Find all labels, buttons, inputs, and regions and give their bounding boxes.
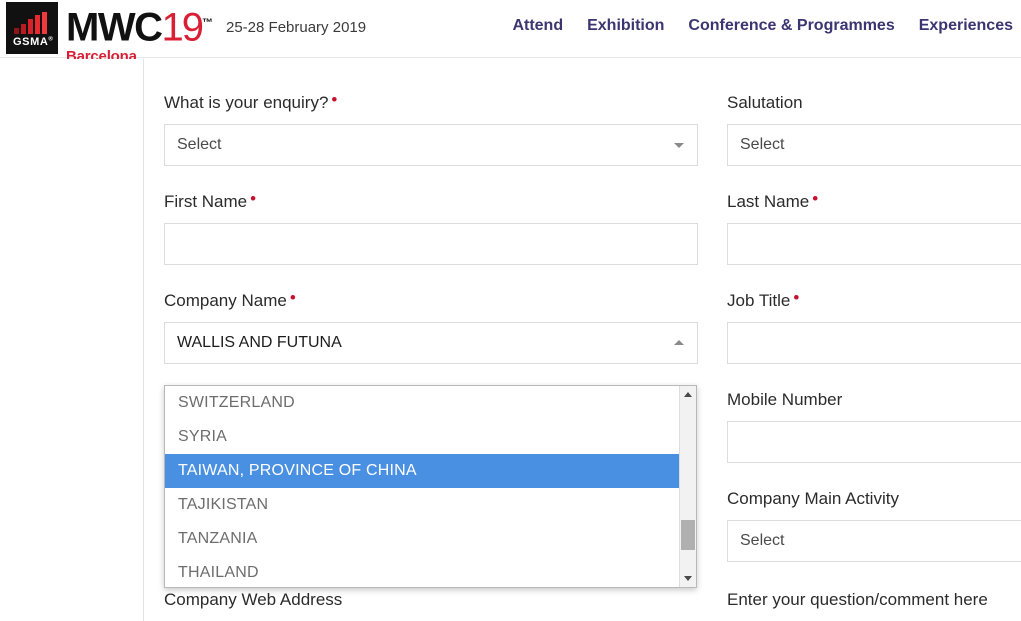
- field-label-job-title: Job Title•: [727, 291, 1021, 311]
- select-company-main-activity[interactable]: Select: [727, 520, 1021, 562]
- field-company-web-address: Company Web Address: [164, 590, 698, 621]
- mwc-logo[interactable]: GSMA® MWC19™ Barcelona: [6, 2, 213, 64]
- scroll-up-button[interactable]: [680, 386, 696, 403]
- label-text-last-name: Last Name: [727, 192, 809, 211]
- field-label-mobile-number: Mobile Number: [727, 390, 1021, 410]
- field-label-last-name: Last Name•: [727, 192, 1021, 212]
- mwc-text: MWC: [66, 5, 161, 49]
- field-question-comment: Enter your question/comment here: [727, 590, 1021, 621]
- select-value-company-name: WALLIS AND FUTUNA: [177, 334, 342, 352]
- field-first-name: First Name•: [164, 192, 698, 265]
- nav-item-exhibition[interactable]: Exhibition: [587, 17, 664, 35]
- field-enquiry: What is your enquiry?• Select: [164, 93, 698, 166]
- left-gutter: [0, 59, 144, 621]
- scroll-down-button[interactable]: [680, 570, 696, 587]
- content-area: What is your enquiry?• Select First Name…: [0, 59, 1021, 621]
- field-last-name: Last Name•: [727, 192, 1021, 265]
- field-salutation: Salutation Select: [727, 93, 1021, 166]
- input-last-name[interactable]: [727, 223, 1021, 265]
- input-job-title[interactable]: [727, 322, 1021, 364]
- scrollbar-thumb[interactable]: [681, 520, 695, 550]
- field-label-question-comment: Enter your question/comment here: [727, 590, 1021, 610]
- dropdown-option[interactable]: SYRIA: [165, 420, 679, 454]
- field-label-salutation: Salutation: [727, 93, 1021, 113]
- field-mobile-number: Mobile Number: [727, 390, 1021, 463]
- main-nav: Attend Exhibition Conference & Programme…: [512, 17, 1013, 35]
- mwc-year-text: 19: [161, 5, 202, 49]
- dropdown-option[interactable]: TANZANIA: [165, 522, 679, 556]
- site-header: GSMA® MWC19™ Barcelona 25-28 February 20…: [0, 0, 1021, 58]
- gsma-text: GSMA: [13, 36, 48, 48]
- input-first-name[interactable]: [164, 223, 698, 265]
- field-company-main-activity: Company Main Activity Select: [727, 489, 1021, 562]
- caret-up-icon: [684, 392, 692, 397]
- mwc-wordmark-top: MWC19™: [66, 2, 213, 48]
- dropdown-scrollbar[interactable]: [679, 386, 696, 587]
- select-company-name[interactable]: WALLIS AND FUTUNA: [164, 322, 698, 364]
- field-label-company-web-address: Company Web Address: [164, 590, 698, 610]
- input-mobile-number[interactable]: [727, 421, 1021, 463]
- required-marker-last-name: •: [812, 189, 818, 208]
- gsma-bars-icon: [14, 12, 47, 34]
- caret-down-icon: [684, 576, 692, 581]
- chevron-up-icon: [674, 340, 684, 345]
- event-dates: 25-28 February 2019: [226, 19, 366, 36]
- field-label-first-name: First Name•: [164, 192, 698, 212]
- label-text-first-name: First Name: [164, 192, 247, 211]
- dropdown-options: SWITZERLAND SYRIA TAIWAN, PROVINCE OF CH…: [165, 386, 679, 587]
- mwc-wordmark: MWC19™ Barcelona: [66, 2, 213, 64]
- label-text-enquiry: What is your enquiry?: [164, 93, 328, 112]
- gsma-logo-icon: GSMA®: [6, 2, 58, 54]
- dropdown-option[interactable]: THAILAND: [165, 556, 679, 587]
- nav-item-attend[interactable]: Attend: [512, 17, 563, 35]
- field-label-company-main-activity: Company Main Activity: [727, 489, 1021, 509]
- chevron-down-icon: [674, 143, 684, 148]
- select-value-salutation: Select: [740, 136, 784, 154]
- dropdown-option-selected[interactable]: TAIWAN, PROVINCE OF CHINA: [165, 454, 679, 488]
- label-text-job-title: Job Title: [727, 291, 790, 310]
- gsma-wordmark: GSMA®: [13, 36, 53, 48]
- dropdown-option[interactable]: SWITZERLAND: [165, 386, 679, 420]
- required-marker-job-title: •: [793, 288, 799, 307]
- select-salutation[interactable]: Select: [727, 124, 1021, 166]
- required-marker-first-name: •: [250, 189, 256, 208]
- nav-item-experiences[interactable]: Experiences: [919, 17, 1013, 35]
- nav-item-conference-programmes[interactable]: Conference & Programmes: [688, 17, 894, 35]
- field-label-company-name: Company Name•: [164, 291, 698, 311]
- select-value-company-main-activity: Select: [740, 532, 784, 550]
- select-value-enquiry: Select: [177, 136, 221, 154]
- trademark-icon: ™: [202, 17, 213, 29]
- dropdown-option[interactable]: TAJIKISTAN: [165, 488, 679, 522]
- field-label-enquiry: What is your enquiry?•: [164, 93, 698, 113]
- country-dropdown-list[interactable]: SWITZERLAND SYRIA TAIWAN, PROVINCE OF CH…: [164, 385, 697, 588]
- field-job-title: Job Title•: [727, 291, 1021, 364]
- label-text-company-name: Company Name: [164, 291, 287, 310]
- select-enquiry[interactable]: Select: [164, 124, 698, 166]
- required-marker-company-name: •: [290, 288, 296, 307]
- field-company-name: Company Name• WALLIS AND FUTUNA: [164, 291, 698, 364]
- required-marker-enquiry: •: [331, 90, 337, 109]
